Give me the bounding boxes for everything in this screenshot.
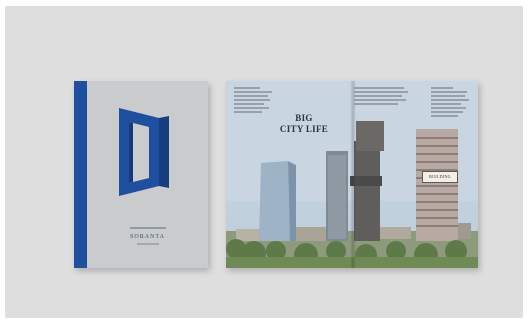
brochure-spread: BIG CITY LIFE BUILDING [226,81,478,268]
cover-brand-name: SORANTA [130,234,165,240]
headline-line-1: BIG [295,113,313,123]
brochure-cover: SORANTA [74,81,208,268]
cover-tagline [87,227,208,229]
text-column-middle [354,87,409,107]
d-logo-icon [119,108,169,196]
text-column-right [431,87,471,119]
building-label-badge: BUILDING [422,171,458,183]
spread-fold [350,81,356,268]
mockup-background: SORANTA BIG CITY LIFE BUILDING [5,6,523,318]
text-column-left [234,87,274,115]
cover-spine [74,81,87,268]
headline-line-2: CITY LIFE [279,124,329,134]
spread-headline: BIG CITY LIFE [264,113,344,135]
cover-subline [87,243,208,245]
